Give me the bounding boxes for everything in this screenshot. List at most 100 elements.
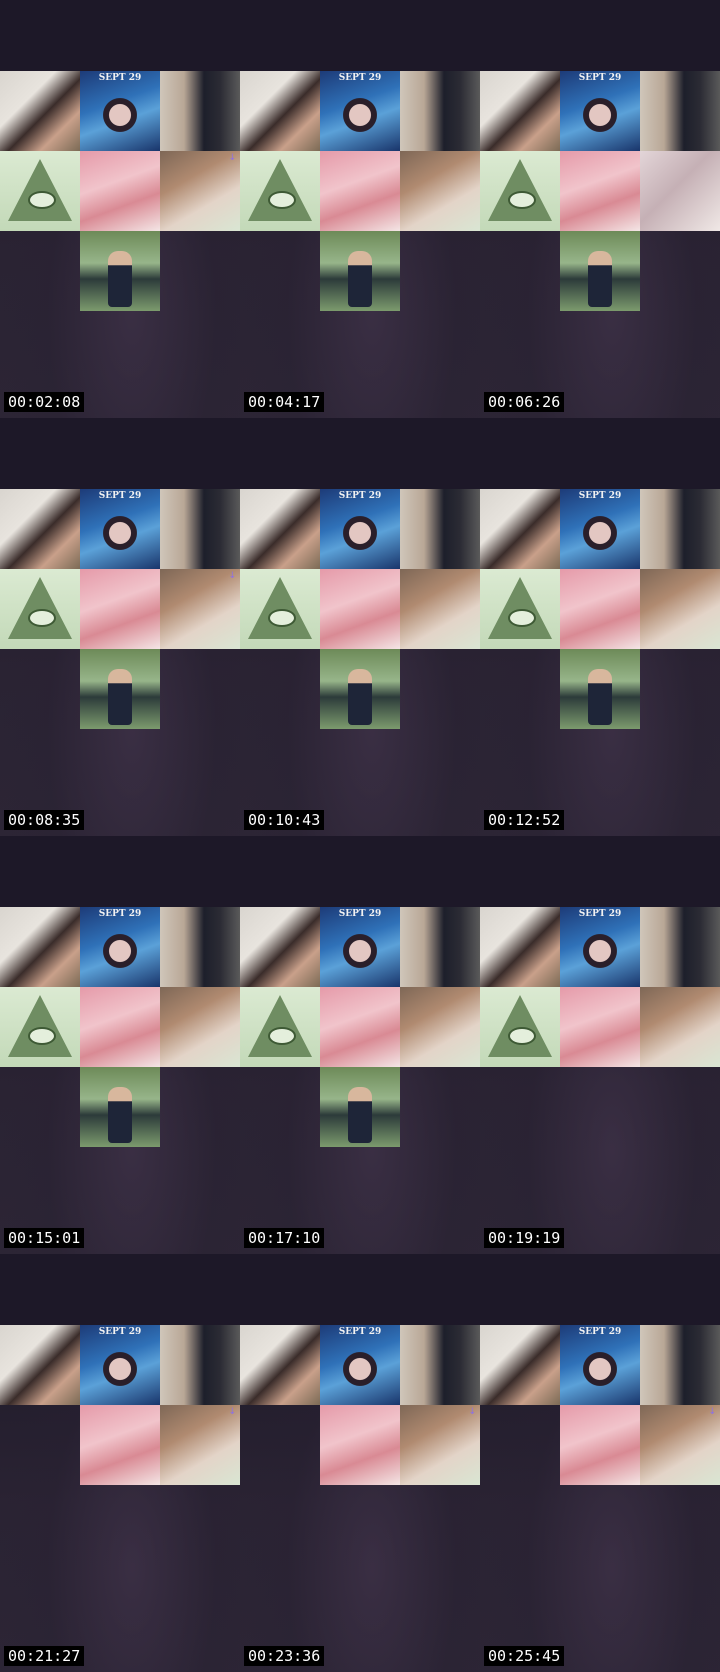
eye-of-providence-icon	[488, 577, 552, 639]
frame-top-band	[240, 1254, 480, 1325]
participant-tile-green	[560, 231, 640, 311]
frame-top-band	[0, 0, 240, 71]
participant-tile-green	[80, 1067, 160, 1147]
participant-tile-pyramid	[240, 987, 320, 1067]
eye-icon	[508, 191, 536, 209]
participant-tile-pink	[320, 569, 400, 649]
frame-top-band	[0, 418, 240, 489]
participant-tile-sept: SEPT 29	[560, 71, 640, 151]
frame-top-band	[0, 1254, 240, 1325]
participant-tile-pyramid	[240, 569, 320, 649]
participant-tile-1	[0, 489, 80, 569]
participant-tile-3	[400, 71, 480, 151]
sept-label: SEPT 29	[338, 491, 382, 501]
participant-tile-sept: SEPT 29	[80, 1325, 160, 1405]
thumbnail-frame: SEPT 29 00:06:26	[480, 0, 720, 418]
frame-top-band	[480, 836, 720, 907]
person-figure	[108, 669, 132, 725]
participant-tile-pyramid	[0, 151, 80, 231]
participant-tile-3	[160, 489, 240, 569]
participant-tile-3	[640, 1325, 720, 1405]
participant-tile-1	[480, 489, 560, 569]
participant-tile-3	[400, 1325, 480, 1405]
eye-of-providence-icon	[488, 995, 552, 1057]
sept-label: SEPT 29	[98, 1327, 142, 1337]
participant-tile-6	[160, 987, 240, 1067]
timestamp-label: 00:08:35	[4, 810, 85, 830]
timestamp-label: 00:25:45	[484, 1646, 565, 1666]
thumbnail-frame: SEPT 29 ↓ 00:21:27	[0, 1254, 240, 1672]
participant-tile-pink	[320, 987, 400, 1067]
participant-tile-green	[320, 649, 400, 729]
person-figure	[348, 1087, 372, 1143]
participant-tile-sept: SEPT 29	[320, 907, 400, 987]
timestamp-label: 00:02:08	[4, 392, 85, 412]
thumbnail-frame: SEPT 29 ↓ 00:25:45	[480, 1254, 720, 1672]
eye-icon	[268, 191, 296, 209]
participant-tile-sept: SEPT 29	[80, 489, 160, 569]
participant-tile-sept: SEPT 29	[80, 907, 160, 987]
eye-of-providence-icon	[8, 159, 72, 221]
participant-tile-pink	[560, 1405, 640, 1485]
eye-icon	[28, 191, 56, 209]
thumbnail-frame: SEPT 29 00:19:19	[480, 836, 720, 1254]
participant-tile-6: ↓	[160, 1405, 240, 1485]
frame-top-band	[480, 1254, 720, 1325]
person-figure	[588, 251, 612, 307]
participant-tile-6	[640, 987, 720, 1067]
microphone-icon: ↓	[468, 1407, 476, 1417]
participant-tile-6: ↓	[640, 1405, 720, 1485]
participant-tile-1	[480, 1325, 560, 1405]
thumbnail-frame: SEPT 29 00:04:17	[240, 0, 480, 418]
sept-label: SEPT 29	[578, 1327, 622, 1337]
participant-tile-1	[0, 71, 80, 151]
microphone-icon: ↓	[228, 153, 236, 163]
participant-tile-sept: SEPT 29	[560, 489, 640, 569]
participant-tile-pyramid	[0, 569, 80, 649]
participant-tile-sept: SEPT 29	[320, 1325, 400, 1405]
thumbnail-frame: SEPT 29 00:15:01	[0, 836, 240, 1254]
eye-of-providence-icon	[248, 995, 312, 1057]
sept-label: SEPT 29	[98, 491, 142, 501]
participant-tile-pink	[80, 1405, 160, 1485]
sept-label: SEPT 29	[338, 1327, 382, 1337]
participant-tile-sept: SEPT 29	[320, 71, 400, 151]
sept-label: SEPT 29	[98, 909, 142, 919]
thumbnail-frame: SEPT 29 00:17:10	[240, 836, 480, 1254]
microphone-icon: ↓	[708, 1407, 716, 1417]
participant-tile-pink	[320, 151, 400, 231]
participant-tile-pyramid	[480, 569, 560, 649]
participant-tile-3	[640, 907, 720, 987]
timestamp-label: 00:10:43	[244, 810, 325, 830]
thumbnail-frame: SEPT 29 ↓ 00:23:36	[240, 1254, 480, 1672]
eye-of-providence-icon	[488, 159, 552, 221]
participant-tile-1	[240, 71, 320, 151]
participant-tile-green	[80, 231, 160, 311]
participant-tile-sept: SEPT 29	[560, 1325, 640, 1405]
participant-tile-3	[640, 489, 720, 569]
participant-tile-green	[80, 649, 160, 729]
participant-tile-1	[240, 489, 320, 569]
participant-tile-pyramid	[480, 987, 560, 1067]
timestamp-label: 00:06:26	[484, 392, 565, 412]
frame-top-band	[240, 418, 480, 489]
participant-tile-pink	[560, 151, 640, 231]
participant-tile-green	[320, 1067, 400, 1147]
timestamp-label: 00:17:10	[244, 1228, 325, 1248]
eye-of-providence-icon	[8, 995, 72, 1057]
sept-label: SEPT 29	[98, 73, 142, 83]
frame-top-band	[240, 836, 480, 907]
participant-tile-pink	[560, 569, 640, 649]
participant-tile-pink	[80, 987, 160, 1067]
timestamp-label: 00:15:01	[4, 1228, 85, 1248]
participant-tile-sept: SEPT 29	[560, 907, 640, 987]
timestamp-label: 00:21:27	[4, 1646, 85, 1666]
participant-tile-green	[320, 231, 400, 311]
frame-top-band	[480, 418, 720, 489]
microphone-icon: ↓	[228, 571, 236, 581]
timestamp-label: 00:12:52	[484, 810, 565, 830]
participant-tile-1	[480, 907, 560, 987]
participant-tile-6: ↓	[160, 569, 240, 649]
participant-tile-1	[0, 1325, 80, 1405]
participant-tile-6	[640, 151, 720, 231]
